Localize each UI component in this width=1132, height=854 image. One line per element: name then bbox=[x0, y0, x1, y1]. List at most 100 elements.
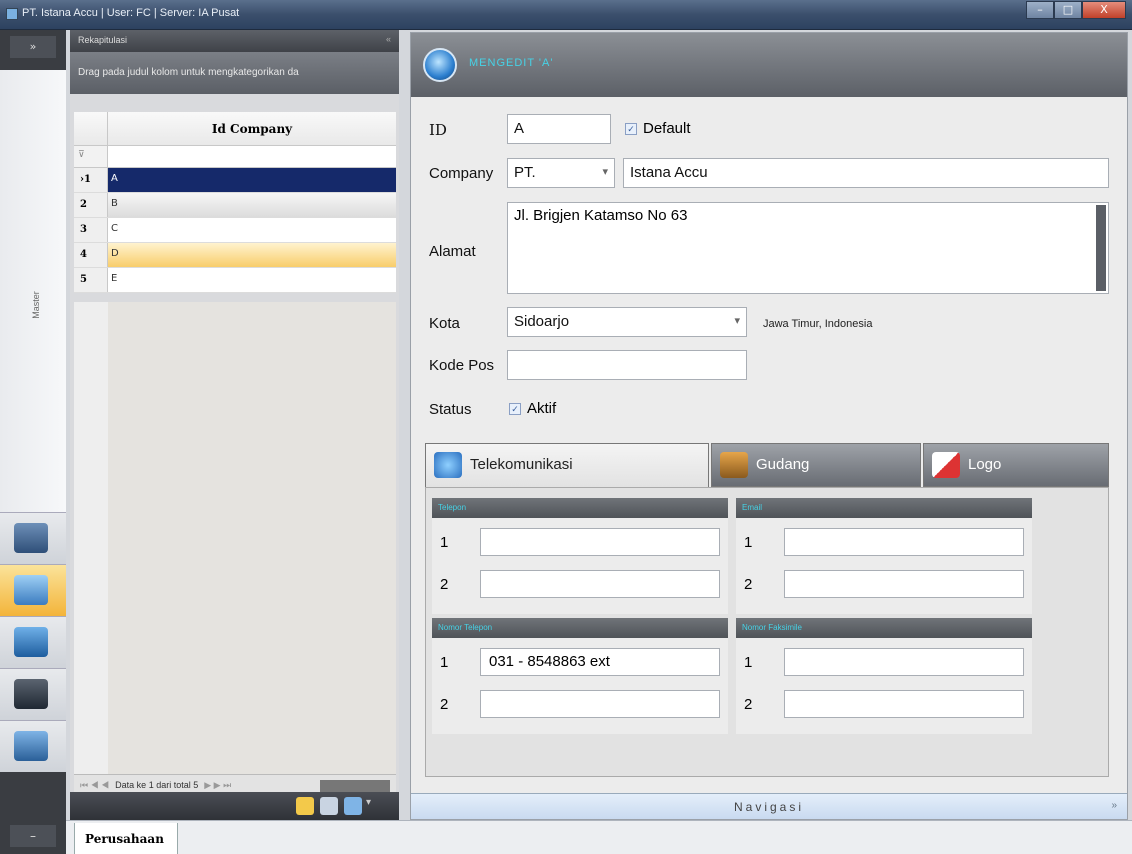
nav-wallet-button[interactable] bbox=[0, 616, 66, 668]
faksimile-2-input[interactable] bbox=[784, 690, 1024, 718]
default-check-icon: ✓ bbox=[625, 122, 637, 135]
group-by-hint[interactable]: Drag pada judul kolom untuk mengkategori… bbox=[70, 52, 399, 94]
row-number: 5 bbox=[74, 268, 108, 292]
pin-icon[interactable]: « bbox=[386, 34, 391, 44]
id-company-cell[interactable]: E bbox=[108, 268, 396, 292]
table-row[interactable]: 2 B bbox=[74, 193, 396, 218]
maximize-button[interactable]: □ bbox=[1054, 1, 1082, 19]
row-number: 1 bbox=[440, 654, 449, 671]
navigasi-label: Navigasi bbox=[733, 800, 805, 814]
chevron-up-icon[interactable]: » bbox=[1111, 800, 1117, 811]
id-company-cell[interactable]: C bbox=[108, 218, 396, 242]
nav-users-button[interactable] bbox=[0, 720, 66, 772]
aktif-check-icon: ✓ bbox=[509, 402, 521, 415]
tab-label: Logo bbox=[968, 456, 1002, 473]
row-number: 1 bbox=[744, 534, 753, 551]
company-grid: Id Company ⊽ ›1 A 2 B 3 C 4 D 5 E bbox=[74, 112, 396, 293]
aktif-checkbox[interactable]: ✓ Aktif bbox=[509, 400, 556, 417]
id-label: ID bbox=[429, 121, 447, 139]
printer-icon bbox=[14, 523, 48, 553]
globe-document-icon bbox=[14, 575, 48, 605]
table-row[interactable]: 4 D bbox=[74, 243, 396, 268]
tab-gudang[interactable]: Gudang bbox=[711, 443, 921, 487]
group-header: Nomor Faksimile bbox=[736, 618, 1032, 638]
kota-value: Sidoarjo bbox=[514, 313, 570, 330]
navigasi-bar[interactable]: Navigasi » bbox=[411, 793, 1127, 819]
nav-inbox-button[interactable] bbox=[0, 668, 66, 720]
default-checkbox[interactable]: ✓ Default bbox=[625, 120, 691, 137]
kota-select[interactable]: Sidoarjo ▾ bbox=[507, 307, 747, 337]
tab-telekomunikasi[interactable]: Telekomunikasi bbox=[425, 443, 709, 487]
row-number: 1 bbox=[440, 534, 449, 551]
row-number: 2 bbox=[440, 696, 449, 713]
faksimile-1-input[interactable] bbox=[784, 648, 1024, 676]
pager-next-last-button[interactable]: ▶ ▶ ⏭ bbox=[204, 780, 231, 791]
tab-logo[interactable]: Logo bbox=[923, 443, 1109, 487]
column-header-id-company[interactable]: Id Company bbox=[108, 112, 396, 145]
nomor-telepon-group: Nomor Telepon 1 031 - 8548863 ext 2 bbox=[432, 618, 728, 734]
kodepos-label: Kode Pos bbox=[429, 357, 495, 374]
export-icon[interactable] bbox=[344, 797, 362, 815]
master-panel[interactable]: Master bbox=[0, 70, 66, 540]
company-prefix-select[interactable]: PT. ▾ bbox=[507, 158, 615, 188]
pager-text: Data ke 1 dari total 5 bbox=[115, 780, 199, 790]
nav-globe-button[interactable] bbox=[0, 564, 66, 616]
users-icon bbox=[14, 731, 48, 761]
print-icon[interactable] bbox=[320, 797, 338, 815]
nav-printer-button[interactable] bbox=[0, 512, 66, 564]
kodepos-input[interactable] bbox=[507, 350, 747, 380]
telepon-1-input[interactable] bbox=[480, 528, 720, 556]
expand-sidebar-button[interactable]: » bbox=[10, 36, 56, 58]
row-number: 2 bbox=[744, 576, 753, 593]
nomor-telepon-1-input[interactable]: 031 - 8548863 ext bbox=[480, 648, 720, 676]
id-company-cell[interactable]: D bbox=[108, 243, 396, 267]
aktif-label: Aktif bbox=[527, 400, 557, 417]
filter-cell[interactable] bbox=[108, 146, 396, 167]
group-header: Nomor Telepon bbox=[432, 618, 728, 638]
alamat-label: Alamat bbox=[429, 243, 476, 260]
table-row[interactable]: ›1 A bbox=[74, 168, 396, 193]
collapse-sidebar-button[interactable]: – bbox=[10, 825, 56, 847]
edit-header: MENGEDIT 'A' bbox=[411, 33, 1127, 97]
tab-label: Gudang bbox=[756, 456, 810, 473]
edit-title: MENGEDIT 'A' bbox=[469, 57, 554, 69]
id-company-cell[interactable]: B bbox=[108, 193, 396, 217]
row-number: 2 bbox=[440, 576, 449, 593]
horizontal-scrollbar[interactable] bbox=[320, 780, 390, 792]
logo-icon bbox=[932, 452, 960, 478]
row-number: 4 bbox=[74, 243, 108, 267]
email-group: Email 1 2 bbox=[736, 498, 1032, 614]
tab-label: Telekomunikasi bbox=[470, 456, 573, 473]
tab-perusahaan[interactable]: Perusahaan bbox=[74, 823, 178, 854]
email-2-input[interactable] bbox=[784, 570, 1024, 598]
globe-icon bbox=[423, 48, 457, 82]
telepon-2-input[interactable] bbox=[480, 570, 720, 598]
table-row[interactable]: 3 C bbox=[74, 218, 396, 243]
minimize-button[interactable]: – bbox=[1026, 1, 1054, 19]
grid-header: Id Company bbox=[74, 112, 396, 146]
filter-row[interactable]: ⊽ bbox=[74, 146, 396, 168]
alamat-textarea[interactable]: Jl. Brigjen Katamso No 63 bbox=[507, 202, 1109, 294]
vertical-scrollbar[interactable] bbox=[1096, 205, 1106, 291]
row-number: 1 bbox=[744, 654, 753, 671]
company-name-input[interactable]: Istana Accu bbox=[623, 158, 1109, 188]
table-row[interactable]: 5 E bbox=[74, 268, 396, 293]
chevron-down-icon: ▾ bbox=[602, 166, 608, 178]
document-tabs: Perusahaan bbox=[66, 820, 1132, 854]
window-titlebar: PT. Istana Accu | User: FC | Server: IA … bbox=[0, 0, 1132, 30]
rekap-header: Rekapitulasi « bbox=[70, 30, 399, 52]
nomor-telepon-2-input[interactable] bbox=[480, 690, 720, 718]
detail-tabs: Telekomunikasi Gudang Logo bbox=[425, 443, 1109, 487]
inbox-icon bbox=[14, 679, 48, 709]
nomor-faksimile-group: Nomor Faksimile 1 2 bbox=[736, 618, 1032, 734]
kota-region-text: Jawa Timur, Indonesia bbox=[763, 318, 873, 330]
chevron-down-icon[interactable]: ▾ bbox=[366, 797, 378, 815]
email-1-input[interactable] bbox=[784, 528, 1024, 556]
grid-view-icon[interactable] bbox=[296, 797, 314, 815]
id-company-cell[interactable]: A bbox=[108, 168, 396, 192]
default-label: Default bbox=[643, 120, 691, 137]
status-label: Status bbox=[429, 401, 472, 418]
close-button[interactable]: X bbox=[1082, 1, 1126, 19]
id-input[interactable]: A bbox=[507, 114, 611, 144]
pager-first-prev-button[interactable]: ⏮ ◀ ◀ bbox=[80, 780, 109, 791]
